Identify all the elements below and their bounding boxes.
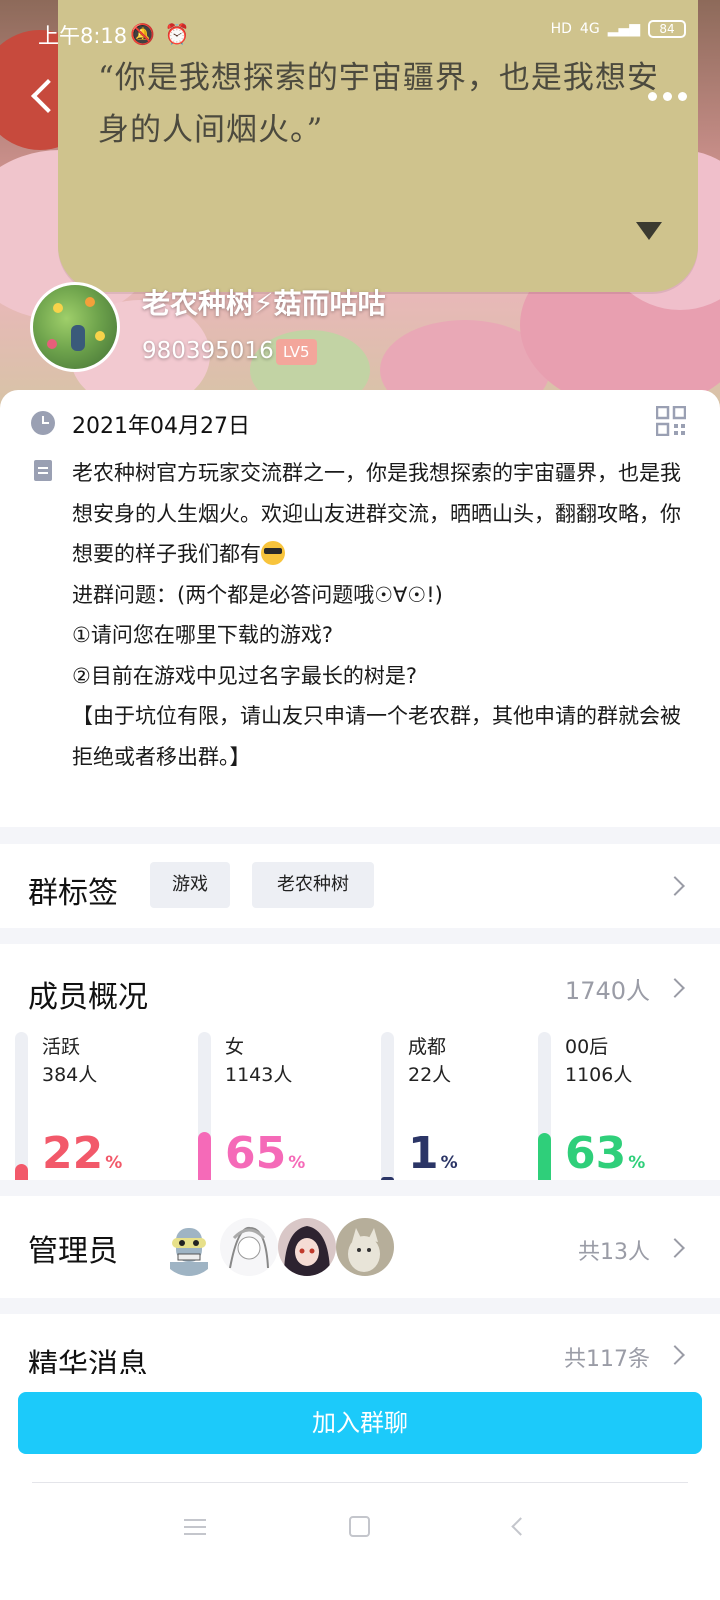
stat-age: 00后 1106人 63% [538,1032,708,1180]
network-label: 4G [579,21,600,37]
admins-count: 共13人 [578,1240,650,1265]
menu-icon[interactable] [184,1519,206,1535]
members-overview[interactable]: 成员概况 1740人 活跃 384人 22% 女 1143人 65% 成都 22… [0,944,720,1180]
chevron-right-icon [665,876,685,896]
group-description: 老农种树官方玩家交流群之一，你是我想探索的宇宙疆界，也是我想安身的人生烟火。欢迎… [72,453,687,777]
hd-badge: HD [550,21,572,37]
stat-bar [538,1133,551,1180]
group-id: 980395016 [142,338,274,364]
group-name: 老农种树⚡菇而咕咕 [142,287,386,320]
battery-icon: 84 [648,20,686,38]
more-options-button[interactable] [648,86,690,106]
chevron-right-icon [665,978,685,998]
status-icons: 🔕⏰ [130,22,200,46]
stat-percent: 63% [565,1128,646,1179]
admin-avatar-bender[interactable] [160,1218,218,1276]
description-line: ①请问您在哪里下载的游戏? [72,623,333,647]
description-line: 进群问题：(两个都是必答问题哦☉∀☉!) [72,582,443,607]
level-badge: LV5 [276,339,317,365]
bubble-pointer-icon [636,222,662,240]
admin-avatar-anime[interactable] [278,1218,336,1276]
status-bar: 上午8:18 🔕⏰ HD 4G ▂▄▆ 84 [0,18,720,52]
group-info-card: 2021年04月27日 老农种树官方玩家交流群之一，你是我想探索的宇宙疆界，也是… [0,390,720,827]
essence-title: 精华消息 [28,1348,148,1374]
mute-icon: 🔕 [130,22,165,46]
qr-code-icon[interactable] [656,406,686,436]
members-total: 1740人 [564,977,650,1005]
divider [32,1482,688,1483]
status-time: 上午8:18 [38,24,128,48]
back-icon[interactable] [511,1517,530,1536]
stat-active: 活跃 384人 22% [15,1032,185,1180]
stat-percent: 65% [225,1128,306,1179]
stat-bar [15,1163,28,1180]
signal-icon: ▂▄▆ [607,21,640,37]
back-button[interactable] [28,78,56,114]
stat-bar [381,1177,394,1180]
bottom-bar: 加入群聊 [0,1374,720,1600]
admin-avatar-cat[interactable] [336,1218,394,1276]
description-icon [34,460,52,481]
tag-game[interactable]: 游戏 [150,862,230,908]
description-paragraph: 老农种树官方玩家交流群之一，你是我想探索的宇宙疆界，也是我想安身的人生烟火。欢迎… [72,461,681,566]
description-line: 【由于坑位有限，请山友只申请一个老农群，其他申请的群就会被拒绝或者移出群。】 [72,704,681,769]
stat-female: 女 1143人 65% [198,1032,368,1180]
group-header-banner: “你是我想探索的宇宙疆界，也是我想安身的人间烟火。” 上午8:18 🔕⏰ HD … [0,0,720,410]
members-title: 成员概况 [28,980,148,1015]
join-group-button[interactable]: 加入群聊 [18,1392,702,1454]
alarm-icon: ⏰ [164,22,200,46]
chevron-right-icon [665,1238,685,1258]
tags-title: 群标签 [28,876,118,911]
stat-percent: 1% [408,1128,458,1179]
home-icon[interactable] [349,1516,370,1537]
stat-percent: 22% [42,1128,123,1179]
tag-farmer-tree[interactable]: 老农种树 [252,862,374,908]
clock-icon [31,411,55,435]
admins-title: 管理员 [28,1234,118,1269]
admin-avatar-sketch[interactable] [220,1218,278,1276]
group-avatar[interactable] [30,282,120,372]
essence-count: 共117条 [564,1347,650,1372]
creation-date: 2021年04月27日 [72,414,250,439]
essence-messages-row[interactable]: 精华消息 共117条 [0,1314,720,1374]
cool-face-emoji-icon [261,541,285,565]
group-tags-row[interactable]: 群标签 游戏 老农种树 [0,844,720,928]
status-right-icons: HD 4G ▂▄▆ 84 [551,20,686,38]
chevron-right-icon [665,1345,685,1365]
quote-text: “你是我想探索的宇宙疆界，也是我想安身的人间烟火。” [98,60,659,148]
description-line: ②目前在游戏中见过名字最长的树是? [72,663,417,688]
admins-row[interactable]: 管理员 共13人 [0,1196,720,1298]
stat-bar [198,1131,211,1180]
stat-region: 成都 22人 1% [381,1032,551,1180]
